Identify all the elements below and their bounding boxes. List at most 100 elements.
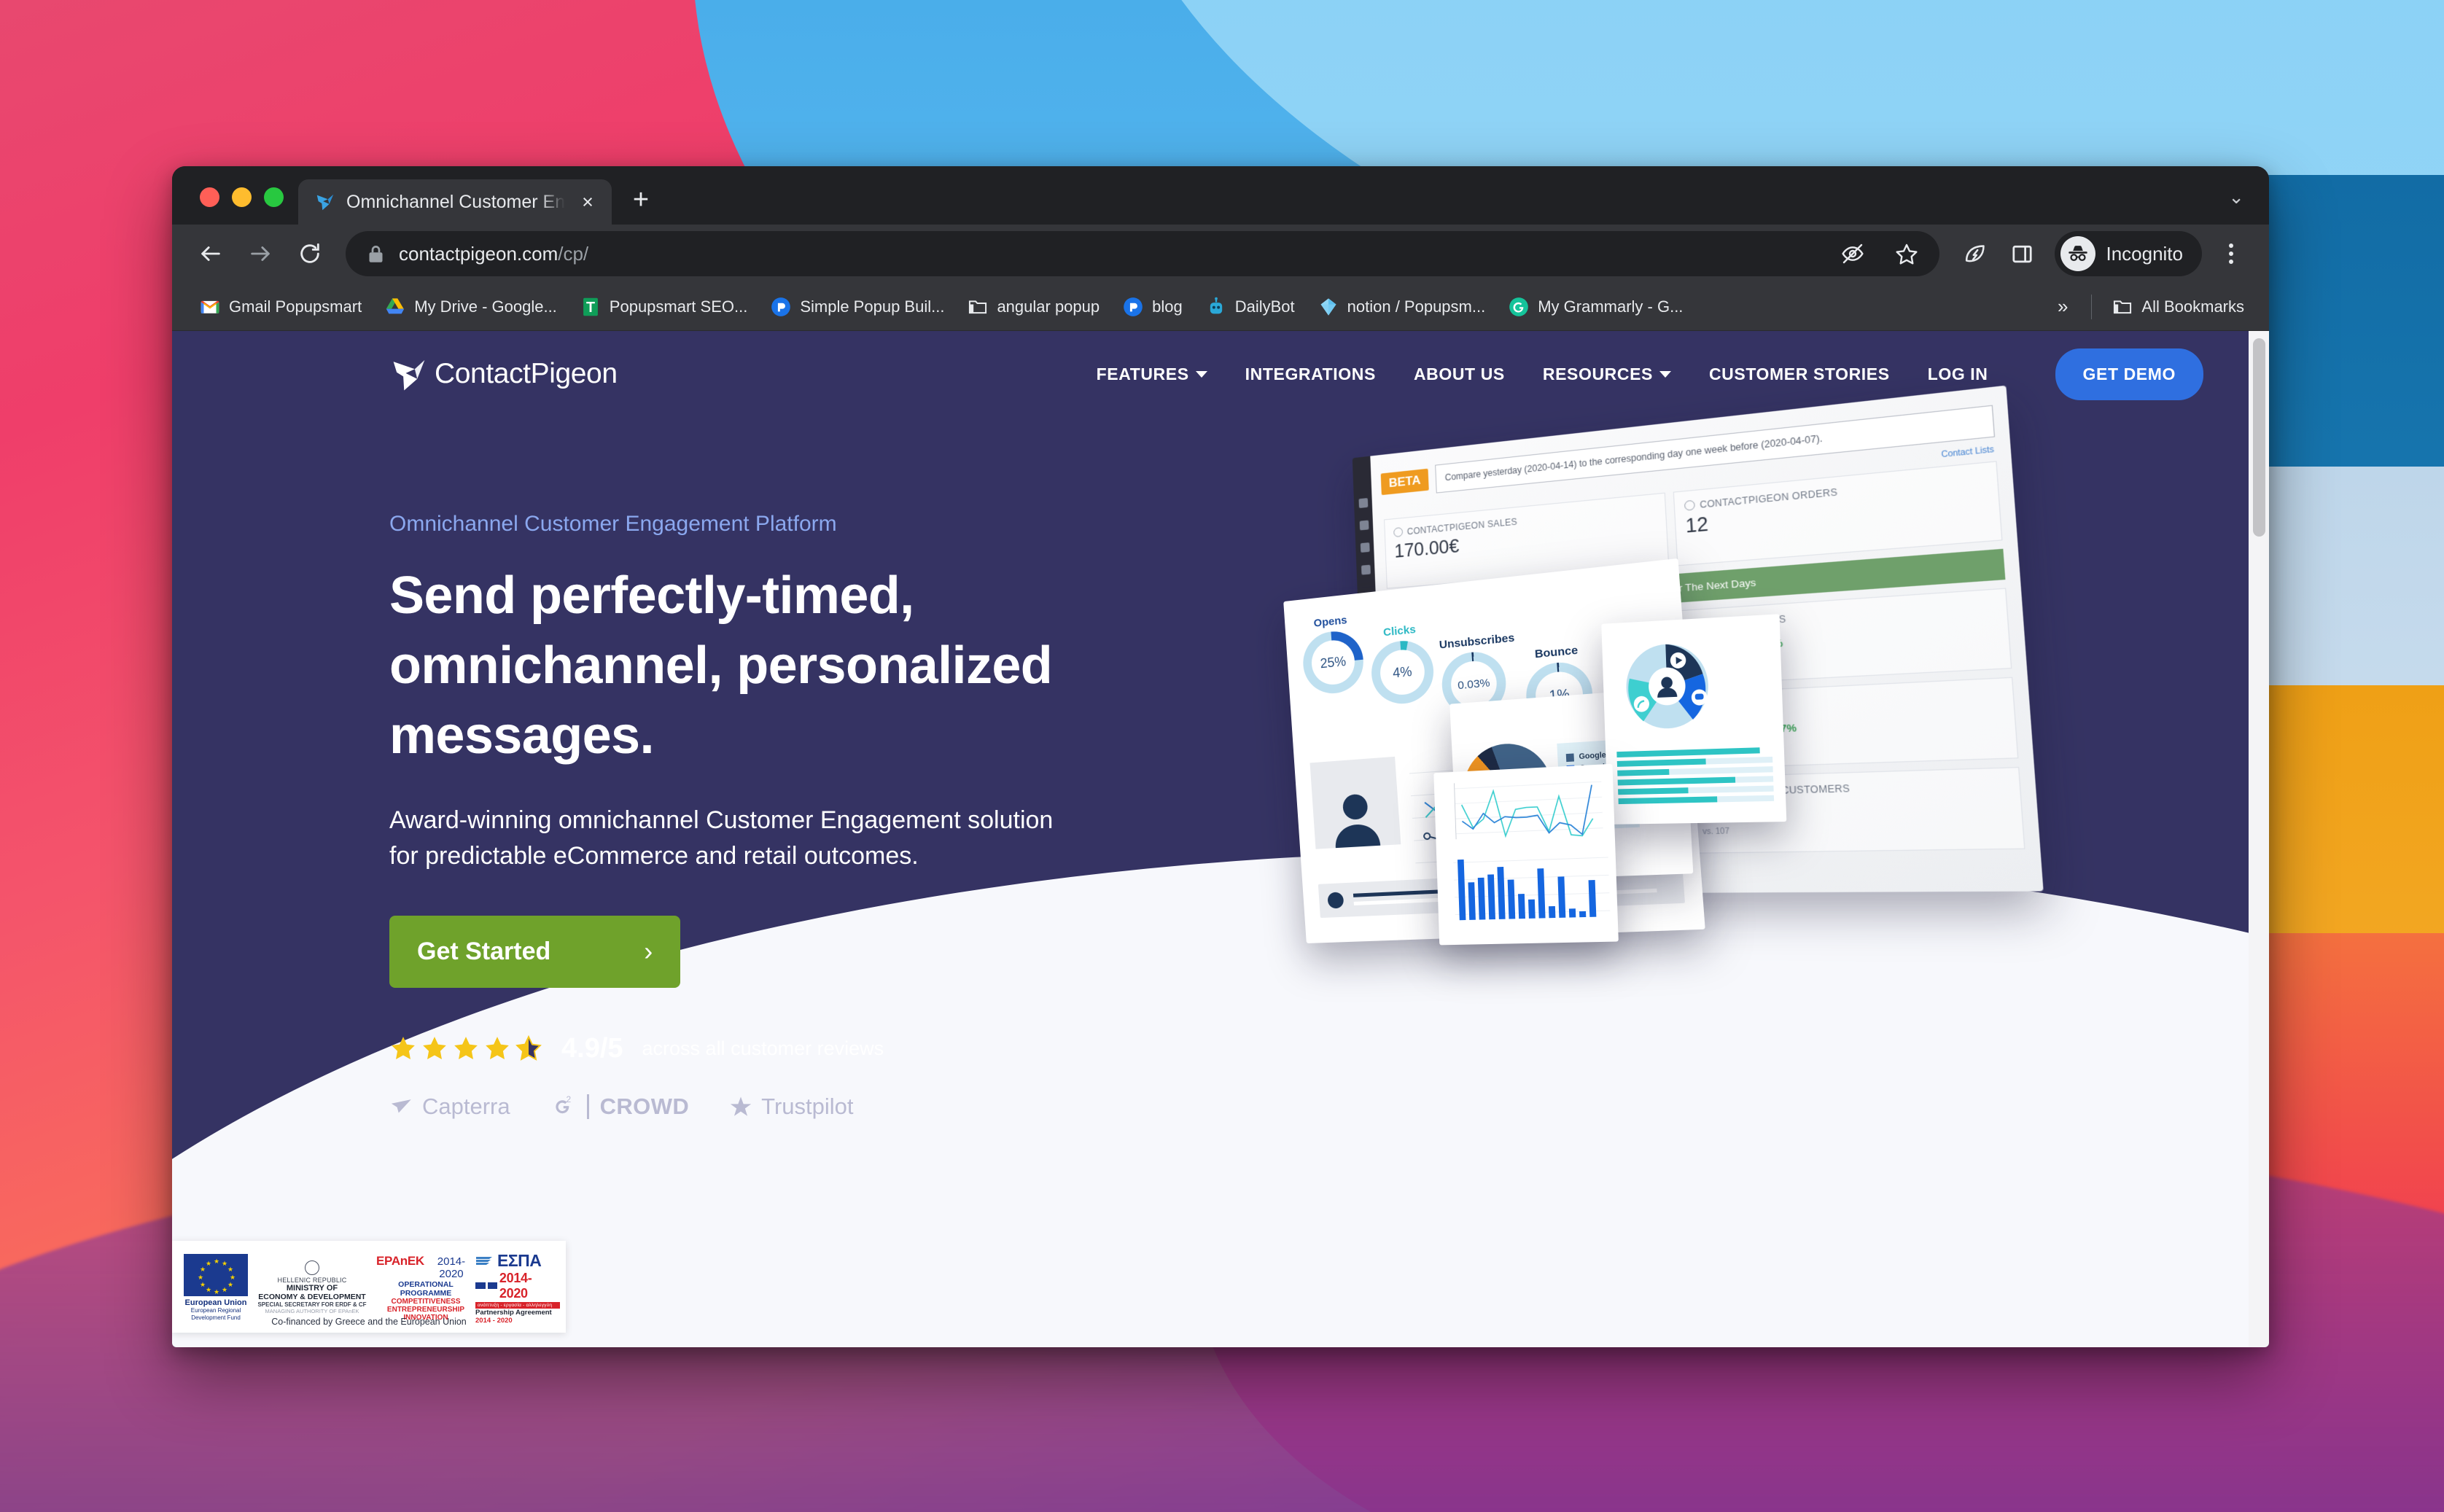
- site-logo-text: ContactPigeon: [435, 358, 618, 389]
- eye-slash-icon[interactable]: [1833, 234, 1872, 273]
- all-bookmarks-button[interactable]: All Bookmarks: [2102, 291, 2254, 323]
- side-panel-icon[interactable]: [2001, 233, 2043, 275]
- leaf-energy-saver-icon[interactable]: [1954, 233, 1996, 275]
- rating-score: 4.9/5: [561, 1032, 623, 1064]
- bookmark-label: blog: [1152, 297, 1183, 316]
- bookmark-notion-popupsmart[interactable]: notion / Popupsm...: [1308, 291, 1496, 323]
- bookmark-my-drive[interactable]: My Drive - Google...: [375, 291, 567, 323]
- dailybot-icon: [1210, 297, 1222, 313]
- nav-item-resources[interactable]: RESOURCES: [1543, 365, 1671, 384]
- hero-section: Omnichannel Customer Engagement Platform…: [172, 417, 2249, 1120]
- browser-tab-active[interactable]: Omnichannel Customer Engag ×: [298, 179, 612, 225]
- espa-years: 2014-2020: [499, 1270, 532, 1301]
- window-traffic-lights: [190, 187, 298, 225]
- page-scrollbar[interactable]: [2249, 331, 2269, 1347]
- trust-badge-g2-crowd[interactable]: 2 CROWD: [550, 1094, 690, 1120]
- nav-item-label: FEATURES: [1096, 364, 1189, 383]
- hellenic-ministry-block: HELLENIC REPUBLIC MINISTRY OF ECONOMY & …: [248, 1260, 376, 1314]
- epanek-name: EPAnEK: [376, 1253, 424, 1268]
- nav-item-integrations[interactable]: INTEGRATIONS: [1245, 365, 1376, 384]
- bookmark-label: angular popup: [997, 297, 1100, 316]
- hero-eyebrow: Omnichannel Customer Engagement Platform: [389, 512, 837, 536]
- chevron-right-icon: ›: [644, 936, 653, 967]
- star-icon: [392, 1037, 415, 1060]
- site-nav-links: FEATURES INTEGRATIONS ABOUT US RESOURCES: [1097, 348, 2203, 400]
- bookmark-my-grammarly[interactable]: My Grammarly - G...: [1498, 291, 1693, 323]
- nav-item-log-in[interactable]: LOG IN: [1928, 365, 1988, 384]
- back-arrow-icon[interactable]: [188, 231, 233, 276]
- european-union-flag-icon: ★ ★ ★ ★ ★ ★ ★ ★ ★ ★ ★ ★: [184, 1253, 248, 1296]
- ministry-line1: HELLENIC REPUBLIC: [277, 1277, 347, 1284]
- trust-badges-row: Capterra 2 CROWD Trustpilot: [389, 1094, 1206, 1120]
- get-started-button[interactable]: Get Started ›: [389, 915, 681, 988]
- new-tab-button[interactable]: +: [623, 184, 658, 219]
- forward-arrow-icon[interactable]: [238, 231, 283, 276]
- close-window-button[interactable]: [200, 187, 219, 207]
- three-dot-menu-icon[interactable]: [2212, 233, 2250, 275]
- trust-badge-trustpilot[interactable]: Trustpilot: [728, 1093, 854, 1120]
- trust-badge-label: Capterra: [422, 1093, 510, 1119]
- nav-item-label: INTEGRATIONS: [1245, 364, 1376, 383]
- hero-headline-line3: messages.: [389, 706, 654, 765]
- notion-gem-icon: [1320, 297, 1336, 316]
- trust-badge-label: Trustpilot: [761, 1093, 854, 1119]
- popupsmart-icon: [1124, 297, 1143, 316]
- gmail-icon: [201, 300, 219, 313]
- close-tab-button[interactable]: ×: [575, 190, 600, 214]
- star-icon: [486, 1037, 509, 1060]
- scrollbar-thumb[interactable]: [2253, 338, 2265, 537]
- hero-subheadline: Award-winning omnichannel Customer Engag…: [389, 803, 1206, 873]
- google-sheets-icon: [583, 297, 598, 316]
- star-icon[interactable]: [1887, 234, 1926, 273]
- star-rating: [389, 1034, 542, 1062]
- all-bookmarks-label: All Bookmarks: [2141, 297, 2244, 316]
- bookmarks-divider: [2091, 294, 2093, 319]
- hero-text-column: Omnichannel Customer Engagement Platform…: [389, 512, 1206, 1120]
- trustpilot-star-icon: [730, 1096, 752, 1116]
- nav-item-label: RESOURCES: [1542, 364, 1653, 383]
- nav-item-label: CUSTOMER STORIES: [1708, 364, 1890, 383]
- bookmark-label: Simple Popup Buil...: [800, 297, 945, 316]
- bookmark-dailybot[interactable]: DailyBot: [1196, 291, 1305, 323]
- ministry-line5: MANAGING AUTHORITY OF EPAnEK: [265, 1308, 359, 1314]
- site-logo[interactable]: ContactPigeon: [389, 354, 618, 394]
- incognito-hat-glasses-icon: [2060, 236, 2096, 271]
- incognito-profile-button[interactable]: Incognito: [2055, 231, 2202, 276]
- nav-item-features[interactable]: FEATURES: [1097, 365, 1207, 384]
- espa-partnership-label: Partnership Agreement: [475, 1308, 552, 1317]
- bookmark-angular-popup[interactable]: angular popup: [957, 291, 1110, 323]
- bookmark-blog[interactable]: blog: [1113, 291, 1193, 323]
- eu-flag-block: ★ ★ ★ ★ ★ ★ ★ ★ ★ ★ ★ ★ European Union E…: [184, 1253, 248, 1322]
- epanek-programme-block: EPAnEK 2014-2020 OPERATIONAL PROGRAMME C…: [376, 1254, 475, 1322]
- nav-item-customer-stories[interactable]: CUSTOMER STORIES: [1709, 365, 1890, 384]
- ministry-line3: ECONOMY & DEVELOPMENT: [258, 1293, 366, 1301]
- bookmarks-overflow-button[interactable]: »: [2044, 295, 2081, 318]
- pigeon-logo-icon: [393, 359, 425, 391]
- maximize-window-button[interactable]: [264, 187, 284, 207]
- reload-icon[interactable]: [287, 231, 332, 276]
- tab-title: Omnichannel Customer Engag: [346, 191, 565, 212]
- hero-headline-line1: Send perfectly-timed,: [389, 566, 914, 625]
- folder-icon: [2114, 300, 2132, 313]
- espa-block: ΕΣΠΑ 2014-2020 ανάπτυξη - εργασία - αλλη…: [475, 1251, 560, 1325]
- epanek-line1: OPERATIONAL PROGRAMME: [398, 1279, 454, 1298]
- get-demo-button[interactable]: GET DEMO: [2055, 348, 2203, 400]
- espa-wave-icon: [476, 1257, 492, 1265]
- star-icon: [454, 1037, 478, 1060]
- tab-search-chevron-down-icon[interactable]: ⌄: [2228, 186, 2269, 225]
- nav-item-about-us[interactable]: ABOUT US: [1414, 365, 1505, 384]
- address-bar[interactable]: contactpigeon.com/cp/: [346, 231, 1940, 276]
- ministry-line4: SPECIAL SECRETARY FOR ERDF & CF: [257, 1301, 367, 1308]
- nav-item-label: LOG IN: [1927, 364, 1988, 383]
- hellenic-emblem-icon: [305, 1260, 319, 1275]
- trust-badge-capterra[interactable]: Capterra: [389, 1094, 510, 1120]
- minimize-window-button[interactable]: [232, 187, 252, 207]
- bookmark-simple-popup-builder[interactable]: Simple Popup Buil...: [760, 291, 954, 323]
- bookmark-popupsmart-seo[interactable]: Popupsmart SEO...: [570, 291, 758, 323]
- bookmark-gmail-popupsmart[interactable]: Gmail Popupsmart: [190, 291, 372, 323]
- bookmark-label: Popupsmart SEO...: [609, 297, 748, 316]
- site-navbar: ContactPigeon FEATURES INTEGRATIONS ABOU…: [172, 331, 2249, 417]
- url-domain: contactpigeon.com: [399, 242, 559, 265]
- hero-subheadline-line2: for predictable eCommerce and retail out…: [389, 841, 919, 870]
- bookmark-label: notion / Popupsm...: [1347, 297, 1486, 316]
